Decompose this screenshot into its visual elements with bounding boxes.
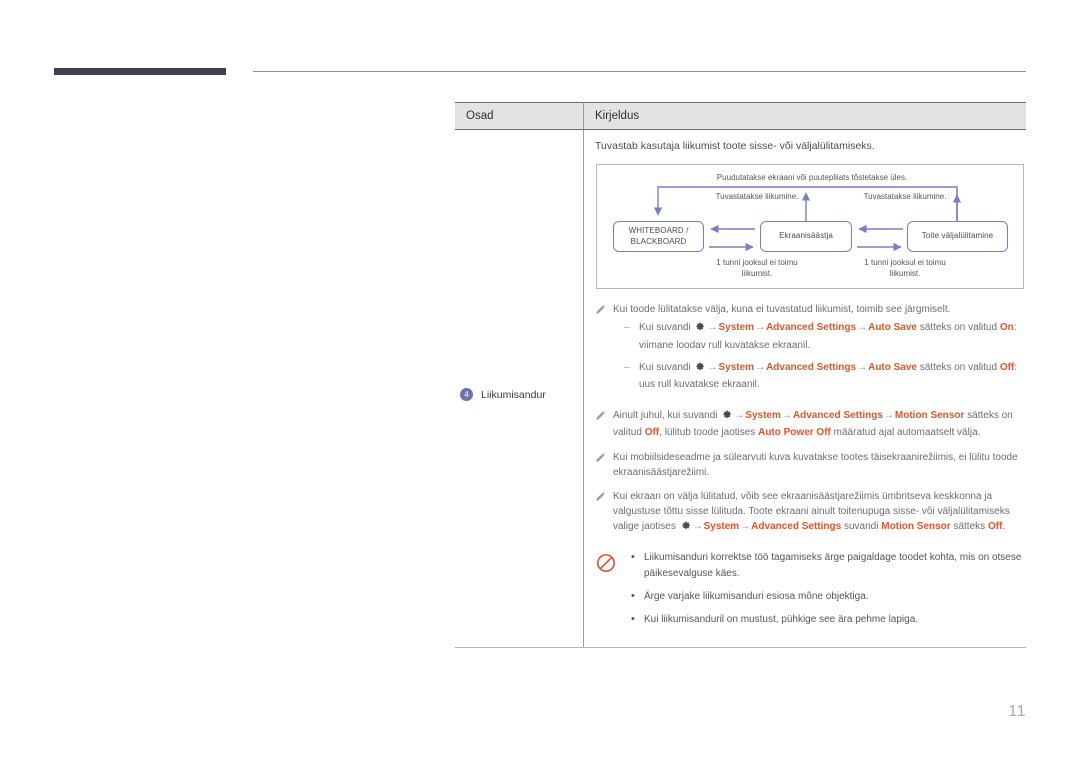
caution-items-list: Liikumisanduri korrektse töö tagamiseks … (628, 549, 1024, 635)
sub-note-item: – Kui suvandi →System→Advanced Settings→… (624, 360, 1024, 392)
page-header (0, 0, 1080, 90)
caution-item: Liikumisanduri korrektse töö tagamiseks … (628, 549, 1024, 580)
gear-icon (680, 520, 691, 536)
sub-note-mid: sätteks on valitud (919, 322, 998, 334)
note-mid2: sätteks (953, 521, 986, 533)
sub-notes-list: – Kui suvandi →System→Advanced Settings→… (613, 320, 1024, 392)
parts-cell: 4 Liikumisandur (455, 129, 584, 649)
prohibition-icon (596, 550, 616, 635)
menu-path-auto-save: Auto Save (868, 322, 917, 334)
menu-path-system: System (718, 361, 755, 373)
part-item-motion-sensor: 4 Liikumisandur (460, 388, 546, 401)
part-label-text: Liikumisandur (481, 388, 546, 401)
description-cell: Tuvastab kasutaja liikumist toote sisse-… (583, 129, 1026, 649)
sub-note-lead: Kui suvandi (639, 361, 691, 373)
flow-node-whiteboard-line2: BLACKBOARD (630, 236, 687, 246)
menu-path-system: System (718, 322, 755, 334)
note-item: Kui ekraan on välja lülitatud, võib see … (595, 489, 1024, 537)
setting-value-on: On (999, 322, 1014, 334)
setting-value-off: Off (987, 521, 1003, 533)
setting-motion-sensor: Motion Sensor (881, 521, 951, 533)
motion-sensor-flow-diagram: Puudutatakse ekraani või puutepliiats tõ… (596, 164, 1024, 290)
menu-path-advanced-settings: Advanced Settings (792, 410, 883, 422)
flow-caption-mid-right: Tuvastatakse liikumine. (863, 192, 947, 202)
flow-node-whiteboard: WHITEBOARD / BLACKBOARD (613, 221, 704, 253)
caution-item: Kui liikumisanduril on mustust, pühkige … (628, 611, 1024, 628)
dash-bullet: – (624, 361, 630, 373)
gear-icon (721, 409, 732, 425)
column-header-parts: Osad (455, 102, 584, 130)
caution-item: Ärge varjake liikumisanduri esiosa mõne … (628, 588, 1024, 605)
menu-path-auto-save: Auto Save (868, 361, 917, 373)
flow-node-whiteboard-line1: WHITEBOARD / (628, 225, 689, 235)
notes-list: Kui toode lülitatakse välja, kuna ei tuv… (595, 302, 1024, 536)
pencil-icon (595, 302, 606, 399)
menu-path-system: System (703, 521, 740, 533)
note-tail: määratud ajal automaatselt välja. (833, 427, 981, 439)
note-item: Ainult juhul, kui suvandi →System→Advanc… (595, 408, 1024, 440)
flow-node-power-off: Toite väljalülitamine (907, 221, 1008, 253)
flow-caption-bottom-right: 1 tunni jooksul ei toimu liikumist. (864, 258, 946, 279)
setting-value-off: Off (644, 427, 660, 439)
note-tail: . (1002, 521, 1006, 533)
note-text: Kui toode lülitatakse välja, kuna ei tuv… (613, 304, 951, 316)
sub-note-item: – Kui suvandi →System→Advanced Settings→… (624, 320, 1024, 352)
flow-node-screensaver: Ekraanisäästja (760, 221, 852, 253)
note-text: Kui mobiilsideseadme ja sülearvuti kuva … (613, 451, 1018, 478)
header-accent-bar (54, 68, 226, 75)
menu-path-advanced-settings: Advanced Settings (766, 322, 857, 334)
menu-path-system: System (745, 410, 781, 422)
page-number: 11 (1008, 703, 1026, 720)
pencil-icon (595, 450, 606, 480)
menu-path-advanced-settings: Advanced Settings (751, 521, 842, 533)
column-header-description: Kirjeldus (583, 102, 1026, 130)
sub-note-lead: Kui suvandi (639, 322, 691, 334)
parts-description-table: Osad Kirjeldus 4 Liikumisandur Tuvastab … (455, 102, 1026, 649)
table-header-row: Osad Kirjeldus (455, 102, 1026, 130)
flow-caption-bottom-left: 1 tunni jooksul ei toimu liikumist. (716, 258, 798, 279)
part-number-badge: 4 (460, 388, 473, 401)
menu-path-advanced-settings: Advanced Settings (766, 361, 857, 373)
setting-value-off: Off (999, 361, 1015, 373)
table-row: 4 Liikumisandur Tuvastab kasutaja liikum… (455, 129, 1026, 649)
note-lead: Ainult juhul, kui suvandi (613, 410, 718, 422)
pencil-icon (595, 489, 606, 537)
note-mid: suvandi (843, 521, 879, 533)
gear-icon (694, 321, 705, 337)
caution-block: Liikumisanduri korrektse töö tagamiseks … (596, 549, 1024, 635)
sub-note-mid: sätteks on valitud (919, 361, 998, 373)
menu-path-motion-sensor: Motion Sensor (894, 410, 965, 422)
pencil-icon (595, 408, 606, 440)
flow-caption-mid-left: Tuvastatakse liikumine. (715, 192, 799, 202)
header-rule (253, 71, 1026, 72)
flow-caption-top: Puudutatakse ekraani või puutepliiats tõ… (716, 173, 908, 183)
note-mid2: , lülitub toode jaotises (659, 427, 756, 439)
dash-bullet: – (624, 322, 630, 334)
note-item: Kui mobiilsideseadme ja sülearvuti kuva … (595, 450, 1024, 480)
setting-auto-power-off: Auto Power Off (758, 427, 831, 439)
gear-icon (694, 361, 705, 377)
description-intro: Tuvastab kasutaja liikumist toote sisse-… (595, 140, 875, 152)
note-item: Kui toode lülitatakse välja, kuna ei tuv… (595, 302, 1024, 399)
